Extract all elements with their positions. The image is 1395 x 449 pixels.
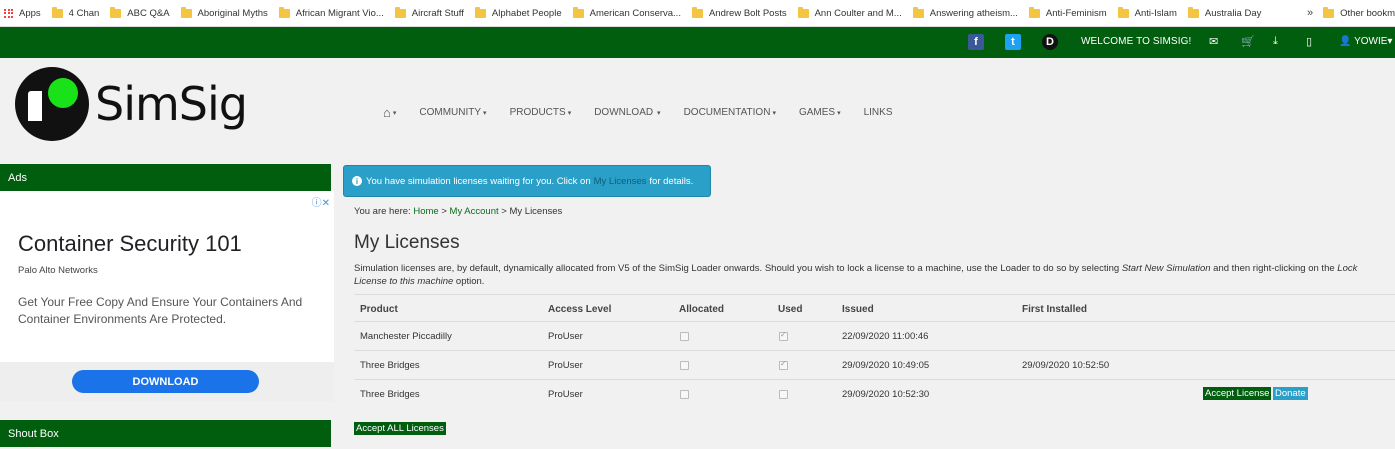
license-alert: i You have simulation licenses waiting f…: [343, 165, 711, 197]
folder-icon: [797, 6, 809, 18]
shout-box-title: Shout Box: [0, 420, 331, 447]
home-icon: ⌂: [383, 105, 391, 120]
bookmark-item[interactable]: Ann Coulter and M...: [797, 6, 902, 19]
licenses-table: Product Access Level Allocated Used Issu…: [354, 294, 1395, 408]
other-bookmarks[interactable]: Other bookm: [1323, 6, 1395, 19]
info-icon: i: [352, 176, 362, 186]
folder-icon: [912, 6, 924, 18]
logo-mark: [15, 67, 89, 141]
accept-all-licenses-button[interactable]: Accept ALL Licenses: [354, 422, 446, 435]
folder-icon: [474, 6, 486, 18]
site-header: SimSig ⌂ ▾ COMMUNITY ▾ PRODUCTS ▾ DOWNLOAD …: [0, 58, 1395, 164]
cart-icon[interactable]: 🛒: [1241, 35, 1255, 48]
bookmark-item[interactable]: Andrew Bolt Posts: [691, 6, 787, 19]
table-row: Manchester Piccadilly ProUser 22/09/2020…: [354, 321, 1395, 350]
allocated-checkbox: [680, 332, 689, 341]
bookmark-item[interactable]: Anti-Islam: [1117, 6, 1177, 19]
breadcrumb: You are here: Home > My Account > My Lic…: [354, 206, 563, 217]
allocated-checkbox: [680, 361, 689, 370]
accept-license-button[interactable]: Accept License: [1203, 387, 1272, 400]
chevron-down-icon: ▾: [392, 109, 397, 117]
nav-games[interactable]: GAMES ▾: [799, 107, 841, 118]
ad-download-button[interactable]: DOWNLOAD: [72, 370, 259, 393]
nav-download[interactable]: DOWNLOAD ▾: [594, 107, 660, 118]
bookmark-apps[interactable]: Apps: [4, 8, 41, 19]
nav-links[interactable]: LINKS: [864, 107, 893, 118]
twitter-icon[interactable]: t: [1005, 34, 1021, 50]
folder-icon: [691, 6, 703, 18]
bookmarks-bar: Apps 4 Chan ABC Q&A Aboriginal Myths Afr…: [0, 0, 1395, 27]
bookmark-item[interactable]: Australia Day: [1187, 6, 1261, 19]
bookmark-item[interactable]: Aircraft Stuff: [394, 6, 464, 19]
bookmark-item[interactable]: Anti-Feminism: [1028, 6, 1107, 19]
bookmark-item[interactable]: Alphabet People: [474, 6, 562, 19]
download-icon[interactable]: ⤓: [1273, 35, 1278, 48]
mail-icon[interactable]: ✉: [1209, 35, 1218, 48]
logo-text: SimSig: [95, 77, 248, 131]
folder-icon: [110, 6, 122, 18]
top-bar: f t D WELCOME TO SIMSIG! ✉ 🛒 ⤓ ▯ 👤 YOWIE…: [0, 27, 1395, 58]
chevron-down-icon: ▾: [837, 109, 841, 117]
folder-icon: [394, 6, 406, 18]
user-icon: 👤: [1339, 36, 1352, 47]
bookmark-item[interactable]: 4 Chan: [51, 6, 99, 19]
folder-icon: [278, 6, 290, 18]
table-row: Three Bridges ProUser 29/09/2020 10:49:0…: [354, 350, 1395, 379]
bookmarks-more-button[interactable]: »: [1307, 7, 1313, 19]
bookmark-item[interactable]: ABC Q&A: [110, 6, 170, 19]
folder-icon: [572, 6, 584, 18]
breadcrumb-home[interactable]: Home: [413, 206, 438, 217]
bookmark-item[interactable]: Aboriginal Myths: [180, 6, 268, 19]
my-licenses-link[interactable]: My Licenses: [594, 176, 647, 187]
welcome-text: WELCOME TO SIMSIG!: [1081, 36, 1192, 47]
allocated-checkbox: [680, 390, 689, 399]
chevron-down-icon: ▾: [483, 109, 487, 117]
used-checkbox: [779, 359, 788, 370]
apps-icon: [4, 8, 13, 18]
facebook-icon[interactable]: f: [968, 34, 984, 50]
bookmark-item[interactable]: African Migrant Vio...: [278, 6, 384, 19]
used-checkbox: [779, 390, 788, 399]
mobile-icon[interactable]: ▯: [1306, 35, 1312, 48]
breadcrumb-current: My Licenses: [509, 206, 563, 217]
ad-info-icon[interactable]: ⓘ✕: [312, 194, 330, 209]
ad-body: Get Your Free Copy And Ensure Your Conta…: [18, 295, 303, 326]
folder-icon: [1117, 6, 1129, 18]
folder-icon: [1323, 6, 1335, 18]
page-title: My Licenses: [354, 232, 460, 253]
folder-icon: [51, 6, 63, 18]
bookmark-item[interactable]: American Conserva...: [572, 6, 681, 19]
nav-products[interactable]: PRODUCTS ▾: [510, 107, 572, 118]
folder-icon: [1187, 6, 1199, 18]
ad-company: Palo Alto Networks: [18, 265, 98, 276]
chevron-down-icon: ▾: [567, 109, 572, 117]
table-header: Product Access Level Allocated Used Issu…: [354, 294, 1395, 321]
ads-panel-title: Ads: [0, 164, 331, 191]
chevron-down-icon: ▾: [772, 109, 776, 117]
user-menu[interactable]: 👤 YOWIE▾: [1339, 36, 1392, 47]
breadcrumb-account[interactable]: My Account: [450, 206, 499, 217]
simsig-logo[interactable]: SimSig: [15, 67, 248, 143]
chevron-down-icon: ▾: [655, 109, 661, 117]
donate-button[interactable]: Donate: [1273, 387, 1308, 400]
bookmark-item[interactable]: Answering atheism...: [912, 6, 1018, 19]
discord-icon[interactable]: D: [1042, 34, 1058, 50]
main-nav: ⌂ ▾ COMMUNITY ▾ PRODUCTS ▾ DOWNLOAD ▾ DOCUM…: [383, 105, 916, 120]
page-description: Simulation licenses are, by default, dyn…: [354, 263, 1358, 287]
ad-box[interactable]: ⓘ✕ Container Security 101 Palo Alto Netw…: [0, 191, 334, 401]
nav-documentation[interactable]: DOCUMENTATION ▾: [684, 107, 776, 118]
used-checkbox: [779, 330, 788, 341]
nav-community[interactable]: COMMUNITY ▾: [419, 107, 486, 118]
folder-icon: [180, 6, 192, 18]
folder-icon: [1028, 6, 1040, 18]
nav-home[interactable]: ⌂ ▾: [383, 105, 396, 120]
table-row: Three Bridges ProUser 29/09/2020 10:52:3…: [354, 379, 1395, 408]
ad-title[interactable]: Container Security 101: [18, 231, 242, 257]
